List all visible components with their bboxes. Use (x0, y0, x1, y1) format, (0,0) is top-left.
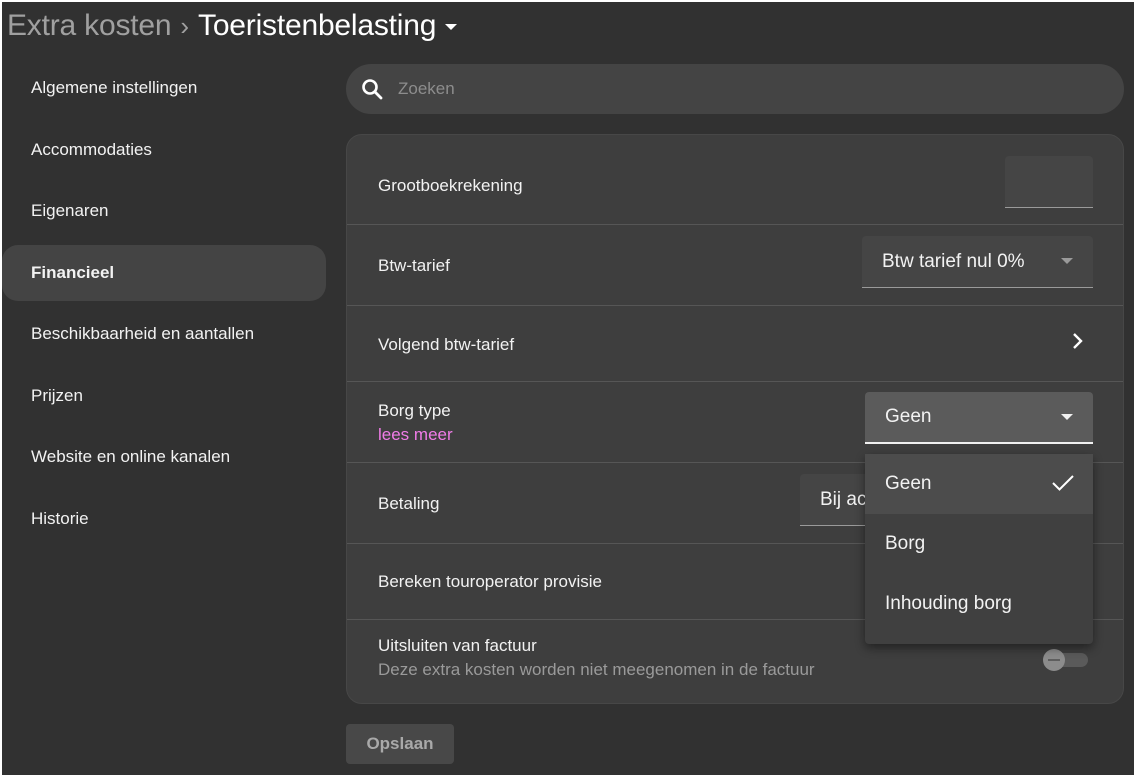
toggle-thumb[interactable] (1043, 649, 1065, 671)
minus-icon (1048, 659, 1060, 661)
sidebar-item-beschikbaarheid[interactable]: Beschikbaarheid en aantallen (2, 306, 326, 362)
sidebar-item-label: Financieel (31, 262, 115, 282)
grootboekrekening-label: Grootboekrekening (378, 176, 523, 195)
volgend-btw-tarief-label: Volgend btw-tarief (378, 335, 515, 354)
caret-down-icon (1061, 414, 1073, 420)
chevron-right-icon[interactable] (1071, 332, 1083, 350)
menu-item-inhouding-borg[interactable]: Inhouding borg (865, 574, 1093, 634)
uitsluiten-factuur-label: Uitsluiten van factuur (378, 636, 537, 655)
btw-tarief-label: Btw-tarief (378, 256, 450, 275)
sidebar-item-label: Accommodaties (31, 139, 152, 159)
sidebar-item-label: Prijzen (31, 385, 83, 405)
betaling-value: Bij ac (820, 488, 867, 510)
sidebar-item-label: Historie (31, 508, 89, 528)
borg-type-value: Geen (885, 406, 932, 427)
breadcrumb: Extra kosten › Toeristenbelasting (7, 6, 458, 46)
menu-item-geen[interactable]: Geen (865, 454, 1093, 514)
sidebar-item-label: Algemene instellingen (31, 78, 198, 97)
search-icon (362, 79, 383, 100)
menu-item-label: Geen (885, 473, 932, 494)
borg-type-select[interactable]: Geen (865, 392, 1093, 444)
borg-type-label: Borg type (378, 401, 451, 420)
sidebar: Algemene instellingen Accommodaties Eige… (2, 60, 326, 552)
breadcrumb-current[interactable]: Toeristenbelasting (198, 9, 436, 43)
sidebar-item-historie[interactable]: Historie (2, 491, 326, 547)
breadcrumb-parent[interactable]: Extra kosten (7, 9, 172, 43)
sidebar-item-label: Beschikbaarheid en aantallen (31, 324, 255, 343)
caret-down-icon (1061, 258, 1073, 264)
lees-meer-link[interactable]: lees meer (378, 425, 453, 445)
grootboekrekening-input[interactable] (1005, 156, 1093, 208)
sidebar-item-eigenaren[interactable]: Eigenaren (2, 183, 326, 239)
touroperator-provisie-label: Bereken touroperator provisie (378, 572, 602, 591)
betaling-label: Betaling (378, 494, 440, 513)
search-bar (346, 64, 1124, 114)
menu-item-label: Inhouding borg (885, 593, 1012, 614)
save-button[interactable]: Opslaan (346, 724, 454, 764)
menu-item-label: Borg (885, 533, 926, 554)
row-btw-tarief: Btw-tarief Btw tarief nul 0% (347, 225, 1123, 306)
search-input[interactable] (398, 79, 1078, 99)
sidebar-item-label: Website en online kanalen (31, 447, 231, 466)
sidebar-item-algemene-instellingen[interactable]: Algemene instellingen (2, 60, 326, 116)
uitsluiten-factuur-description: Deze extra kosten worden niet meegenomen… (378, 660, 815, 679)
sidebar-item-prijzen[interactable]: Prijzen (2, 368, 326, 424)
caret-down-icon[interactable] (445, 24, 458, 30)
check-icon (1052, 475, 1074, 491)
sidebar-item-financieel[interactable]: Financieel (2, 244, 326, 301)
borg-type-menu: Geen Borg Inhouding borg (865, 454, 1093, 644)
row-grootboekrekening: Grootboekrekening (347, 135, 1123, 225)
menu-item-borg[interactable]: Borg (865, 514, 1093, 574)
btw-tarief-select[interactable]: Btw tarief nul 0% (862, 236, 1093, 288)
row-volgend-btw-tarief[interactable]: Volgend btw-tarief (347, 306, 1123, 382)
sidebar-item-label: Eigenaren (31, 201, 109, 220)
breadcrumb-separator: › (180, 10, 190, 41)
app-window: Extra kosten › Toeristenbelasting Algeme… (2, 2, 1134, 775)
btw-tarief-value: Btw tarief nul 0% (882, 250, 1025, 272)
sidebar-item-accommodaties[interactable]: Accommodaties (2, 122, 326, 178)
sidebar-item-website[interactable]: Website en online kanalen (2, 429, 326, 485)
